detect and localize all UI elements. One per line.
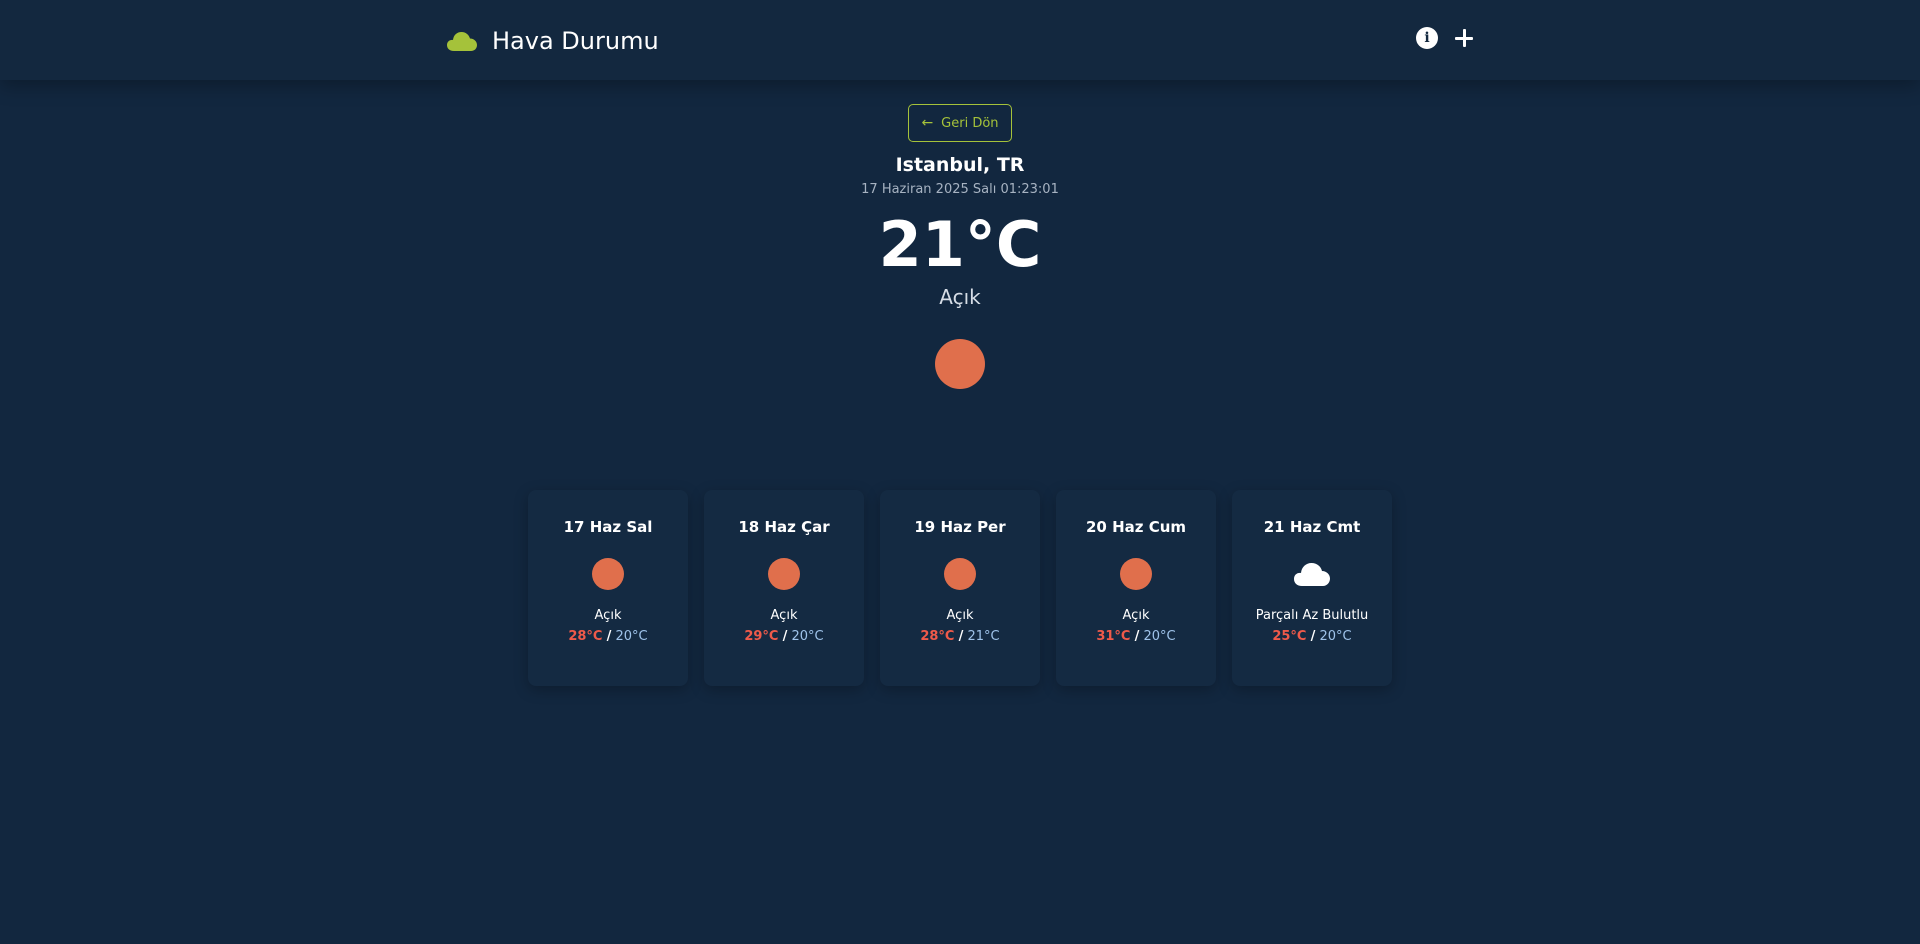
forecast-card: 18 Haz Çar Açık 29°C / 20°C <box>704 490 864 686</box>
forecast-temps: 28°C / 20°C <box>568 629 647 644</box>
plus-icon[interactable] <box>1452 26 1476 50</box>
forecast-card: 20 Haz Cum Açık 31°C / 20°C <box>1056 490 1216 686</box>
temp-separator: / <box>1134 629 1140 644</box>
forecast-card: 19 Haz Per Açık 28°C / 21°C <box>880 490 1040 686</box>
info-icon[interactable]: i <box>1416 27 1438 49</box>
cloud-icon <box>447 32 477 51</box>
sun-icon <box>592 558 624 590</box>
back-button[interactable]: ← Geri Dön <box>908 104 1012 142</box>
forecast-description: Açık <box>946 608 974 623</box>
nav-actions: i <box>1416 26 1476 50</box>
forecast-day: 19 Haz Per <box>914 518 1006 536</box>
arrow-left-icon: ← <box>921 115 934 131</box>
sun-icon <box>1120 558 1152 590</box>
temp-separator: / <box>958 629 964 644</box>
temp-separator: / <box>1310 629 1316 644</box>
temp-separator: / <box>782 629 788 644</box>
temp-separator: / <box>606 629 612 644</box>
max-temp: 31°C <box>1096 629 1131 644</box>
forecast-day: 21 Haz Cmt <box>1263 518 1361 536</box>
brand[interactable]: Hava Durumu <box>446 24 659 58</box>
forecast-temps: 25°C / 20°C <box>1272 629 1351 644</box>
forecast-temps: 28°C / 21°C <box>920 629 999 644</box>
min-temp: 21°C <box>967 629 1000 644</box>
max-temp: 25°C <box>1272 629 1307 644</box>
cloud-icon <box>1294 563 1330 586</box>
current-datetime: 17 Haziran 2025 Salı 01:23:01 <box>861 182 1059 197</box>
current-temperature: 21°C <box>878 208 1042 281</box>
min-temp: 20°C <box>1143 629 1176 644</box>
forecast-day: 17 Haz Sal <box>563 518 653 536</box>
forecast-day: 20 Haz Cum <box>1085 518 1187 536</box>
max-temp: 28°C <box>568 629 603 644</box>
forecast-list: 17 Haz Sal Açık 28°C / 20°C 18 Haz Çar A… <box>528 490 1392 686</box>
forecast-description: Açık <box>594 608 622 623</box>
sun-icon <box>944 558 976 590</box>
max-temp: 28°C <box>920 629 955 644</box>
current-weather: ← Geri Dön Istanbul, TR 17 Haziran 2025 … <box>0 80 1920 389</box>
min-temp: 20°C <box>1319 629 1352 644</box>
forecast-description: Açık <box>770 608 798 623</box>
forecast-description: Parçalı Az Bulutlu <box>1255 608 1369 623</box>
forecast-card: 21 Haz Cmt Parçalı Az Bulutlu 25°C / 20°… <box>1232 490 1392 686</box>
sun-icon <box>935 339 985 389</box>
app-title: Hava Durumu <box>492 27 659 55</box>
forecast-temps: 29°C / 20°C <box>744 629 823 644</box>
min-temp: 20°C <box>615 629 648 644</box>
back-button-label: Geri Dön <box>941 115 999 131</box>
top-navbar: Hava Durumu i <box>0 0 1920 80</box>
forecast-description: Açık <box>1122 608 1150 623</box>
forecast-card: 17 Haz Sal Açık 28°C / 20°C <box>528 490 688 686</box>
current-description: Açık <box>939 285 981 309</box>
min-temp: 20°C <box>791 629 824 644</box>
forecast-temps: 31°C / 20°C <box>1096 629 1175 644</box>
city-name: Istanbul, TR <box>895 154 1025 176</box>
forecast-day: 18 Haz Çar <box>738 518 830 536</box>
max-temp: 29°C <box>744 629 779 644</box>
sun-icon <box>768 558 800 590</box>
